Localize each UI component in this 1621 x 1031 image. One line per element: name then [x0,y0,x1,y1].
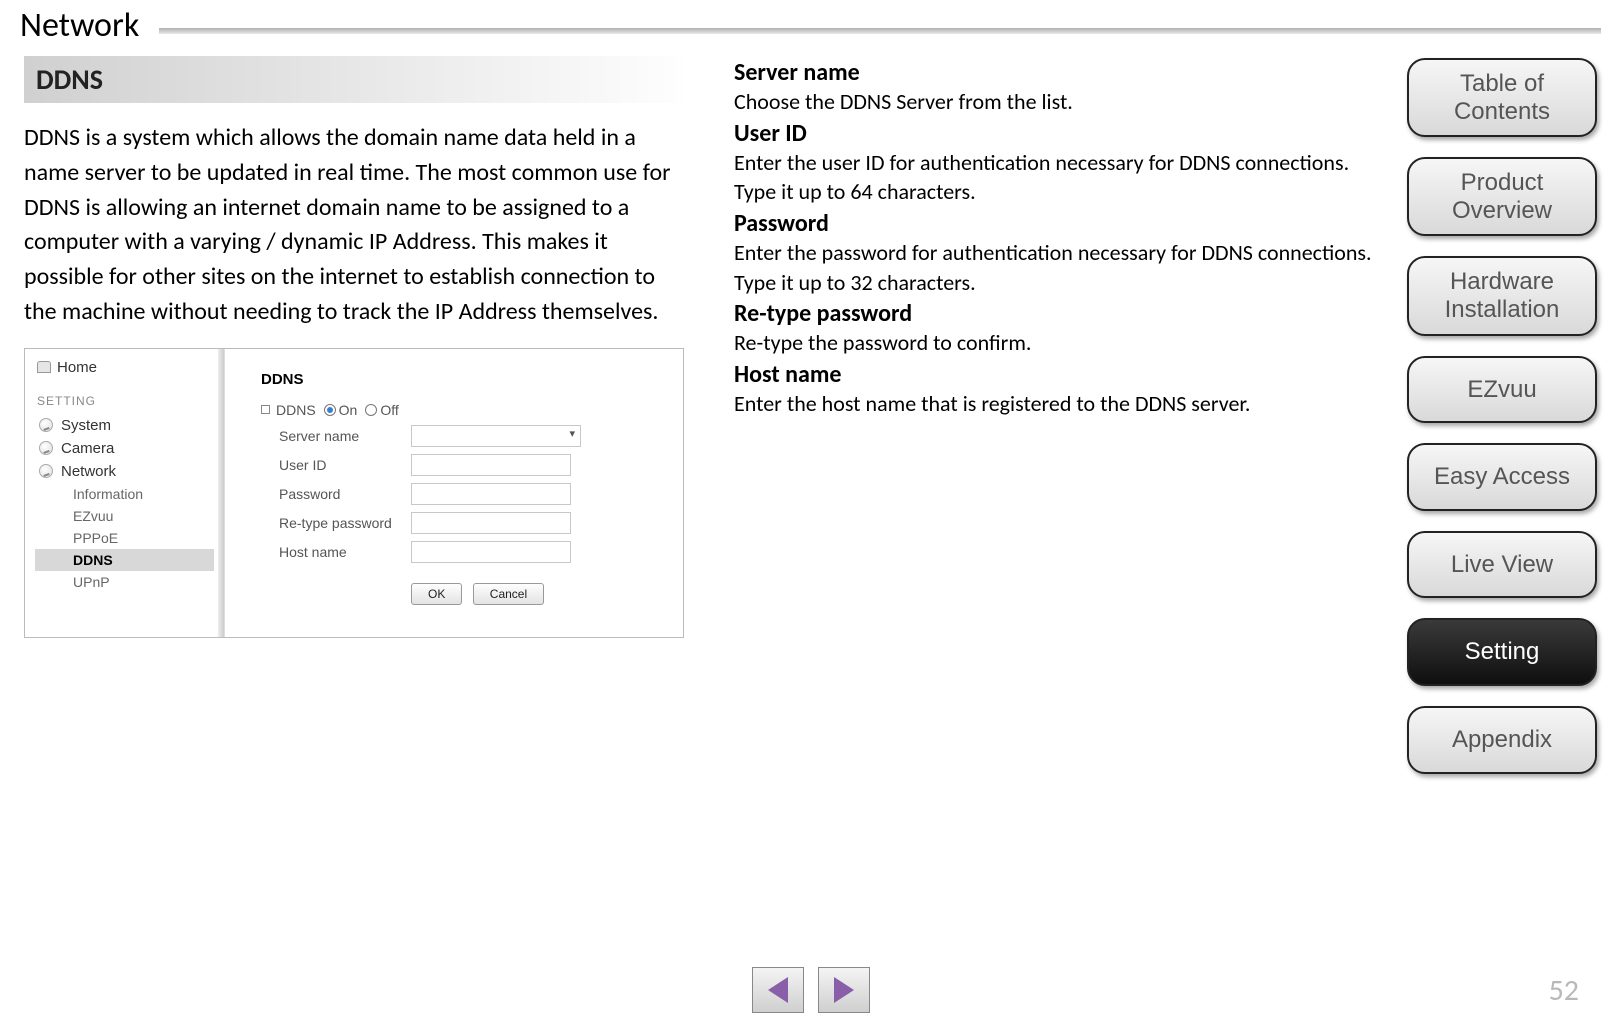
def-server-name-heading: Server name [734,58,1374,87]
embed-server-row: Server name [261,425,663,447]
embed-nav-camera[interactable]: Camera [35,437,224,460]
def-hostname-body: Enter the host name that is registered t… [734,389,1374,419]
title-divider [159,28,1601,34]
embed-scrollbar[interactable] [218,349,224,637]
main-content: DDNS DDNS is a system which allows the d… [0,46,1621,638]
embed-nav-system-label: System [61,417,111,434]
left-column: DDNS DDNS is a system which allows the d… [24,56,684,638]
bullet-icon [39,418,53,432]
embed-hostname-row: Host name [261,541,663,563]
home-icon [37,361,51,373]
embed-button-row: OK Cancel [261,583,663,605]
nav-toc-button[interactable]: Table of Contents [1407,58,1597,137]
embed-sidebar: Home SETTING System Camera Network Infor… [25,349,225,637]
embed-hostname-label: Host name [261,544,411,560]
triangle-left-icon [768,977,788,1003]
embed-nav-network[interactable]: Network [35,460,224,483]
embed-ddns-label: DDNS [276,402,316,418]
embed-password-row: Password [261,483,663,505]
embed-retype-row: Re-type password [261,512,663,534]
radio-on[interactable] [324,404,336,416]
embed-nav-network-label: Network [61,463,116,480]
nav-hardware-button[interactable]: Hardware Installation [1407,256,1597,335]
hostname-input[interactable] [411,541,571,563]
def-password-body: Enter the password for authentication ne… [734,238,1374,297]
def-hostname-heading: Host name [734,360,1374,389]
nav-setting-button[interactable]: Setting [1407,618,1597,686]
cancel-button[interactable]: Cancel [473,583,544,605]
embed-main-panel: DDNS DDNS On Off Server name User ID [225,349,683,637]
embed-retype-label: Re-type password [261,515,411,531]
embed-nav-system[interactable]: System [35,414,224,437]
embed-setting-label: SETTING [37,394,224,408]
triangle-right-icon [834,977,854,1003]
config-screenshot: Home SETTING System Camera Network Infor… [24,348,684,638]
bullet-icon [39,441,53,455]
password-input[interactable] [411,483,571,505]
server-name-select[interactable] [411,425,581,447]
next-page-button[interactable] [818,967,870,1013]
square-icon [261,405,270,414]
def-user-id-heading: User ID [734,119,1374,148]
embed-nav-camera-label: Camera [61,440,114,457]
user-id-input[interactable] [411,454,571,476]
embed-ddns-toggle-row: DDNS On Off [261,402,663,418]
embed-panel-title: DDNS [261,371,663,388]
section-intro: DDNS is a system which allows the domain… [24,121,684,330]
embed-on-label: On [339,402,358,418]
nav-ezvuu-button[interactable]: EZvuu [1407,356,1597,424]
radio-off[interactable] [365,404,377,416]
nav-easy-access-button[interactable]: Easy Access [1407,443,1597,511]
embed-sub-upnp[interactable]: UPnP [35,571,224,593]
embed-userid-label: User ID [261,457,411,473]
right-column: Server name Choose the DDNS Server from … [734,56,1374,638]
nav-product-button[interactable]: Product Overview [1407,157,1597,236]
page-title: Network [20,5,139,46]
ok-button[interactable]: OK [411,583,462,605]
page-number: 52 [1549,972,1579,1009]
retype-password-input[interactable] [411,512,571,534]
embed-userid-row: User ID [261,454,663,476]
def-password-heading: Password [734,209,1374,238]
embed-sub-pppoe[interactable]: PPPoE [35,527,224,549]
right-nav: Table of Contents Product Overview Hardw… [1407,58,1597,774]
embed-sub-information[interactable]: Information [35,483,224,505]
nav-live-view-button[interactable]: Live View [1407,531,1597,599]
embed-home-link[interactable]: Home [35,357,224,386]
embed-server-label: Server name [261,428,411,444]
embed-password-label: Password [261,486,411,502]
def-user-id-body: Enter the user ID for authentication nec… [734,148,1374,207]
embed-sub-ezvuu[interactable]: EZvuu [35,505,224,527]
def-retype-heading: Re-type password [734,299,1374,328]
prev-page-button[interactable] [752,967,804,1013]
def-server-name-body: Choose the DDNS Server from the list. [734,87,1374,117]
embed-off-label: Off [380,402,398,418]
section-heading: DDNS [24,56,684,103]
nav-appendix-button[interactable]: Appendix [1407,706,1597,774]
page-title-bar: Network [0,0,1621,46]
bullet-icon [39,464,53,478]
embed-sub-ddns[interactable]: DDNS [35,549,214,571]
def-retype-body: Re-type the password to confirm. [734,328,1374,358]
pager [752,967,870,1013]
embed-home-label: Home [57,359,97,376]
